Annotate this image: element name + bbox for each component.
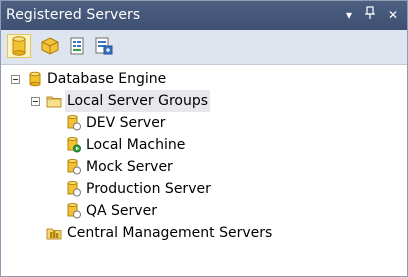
tree-node-central-management-servers[interactable]: Central Management Servers <box>1 222 301 244</box>
collapse-icon[interactable] <box>31 97 40 106</box>
server-stopped-icon <box>67 203 81 219</box>
server-stopped-icon <box>67 159 81 175</box>
server-tree: Database Engine Local Server Groups DEV … <box>1 65 407 276</box>
tree-node-server[interactable]: Production Server <box>1 178 301 200</box>
analysis-services-icon <box>41 37 59 55</box>
tree-node-local-server-groups[interactable]: Local Server Groups <box>1 90 301 112</box>
integration-services-button[interactable] <box>92 34 116 58</box>
tree-node-label: Mock Server <box>86 159 173 175</box>
database-engine-icon <box>29 71 41 87</box>
integration-services-icon <box>95 37 113 55</box>
server-stopped-icon <box>67 115 81 131</box>
registered-servers-panel: Registered Servers ▾ ✕ Database Engine L… <box>0 0 408 277</box>
tree-node-label: Local Server Groups <box>65 90 211 112</box>
collapse-icon[interactable] <box>11 75 20 84</box>
server-type-toolbar <box>1 30 407 65</box>
tree-node-label: Central Management Servers <box>67 225 273 241</box>
reporting-services-button[interactable] <box>65 34 89 58</box>
tree-node-server[interactable]: Local Machine <box>1 134 301 156</box>
server-running-icon <box>67 137 81 153</box>
dropdown-icon[interactable]: ▾ <box>341 6 357 24</box>
reporting-services-icon <box>70 37 84 55</box>
close-icon[interactable]: ✕ <box>385 6 401 24</box>
central-management-icon <box>46 228 62 240</box>
tree-node-label: DEV Server <box>86 115 166 131</box>
server-stopped-icon <box>67 181 81 197</box>
tree-node-label: Local Machine <box>86 137 186 153</box>
tree-node-server[interactable]: Mock Server <box>1 156 301 178</box>
database-engine-button[interactable] <box>7 34 31 58</box>
tree-node-server[interactable]: DEV Server <box>1 112 301 134</box>
analysis-services-button[interactable] <box>38 34 62 58</box>
tree-node-label: QA Server <box>86 203 157 219</box>
panel-titlebar: Registered Servers ▾ ✕ <box>1 1 407 30</box>
tree-node-server[interactable]: QA Server <box>1 200 301 222</box>
database-engine-icon <box>12 36 26 56</box>
folder-icon <box>46 96 62 108</box>
tree-node-database-engine[interactable]: Database Engine <box>1 68 301 90</box>
tree-node-label: Production Server <box>86 181 211 197</box>
panel-title: Registered Servers <box>6 7 141 23</box>
tree-node-label: Database Engine <box>47 71 167 87</box>
pin-icon[interactable] <box>362 6 378 24</box>
